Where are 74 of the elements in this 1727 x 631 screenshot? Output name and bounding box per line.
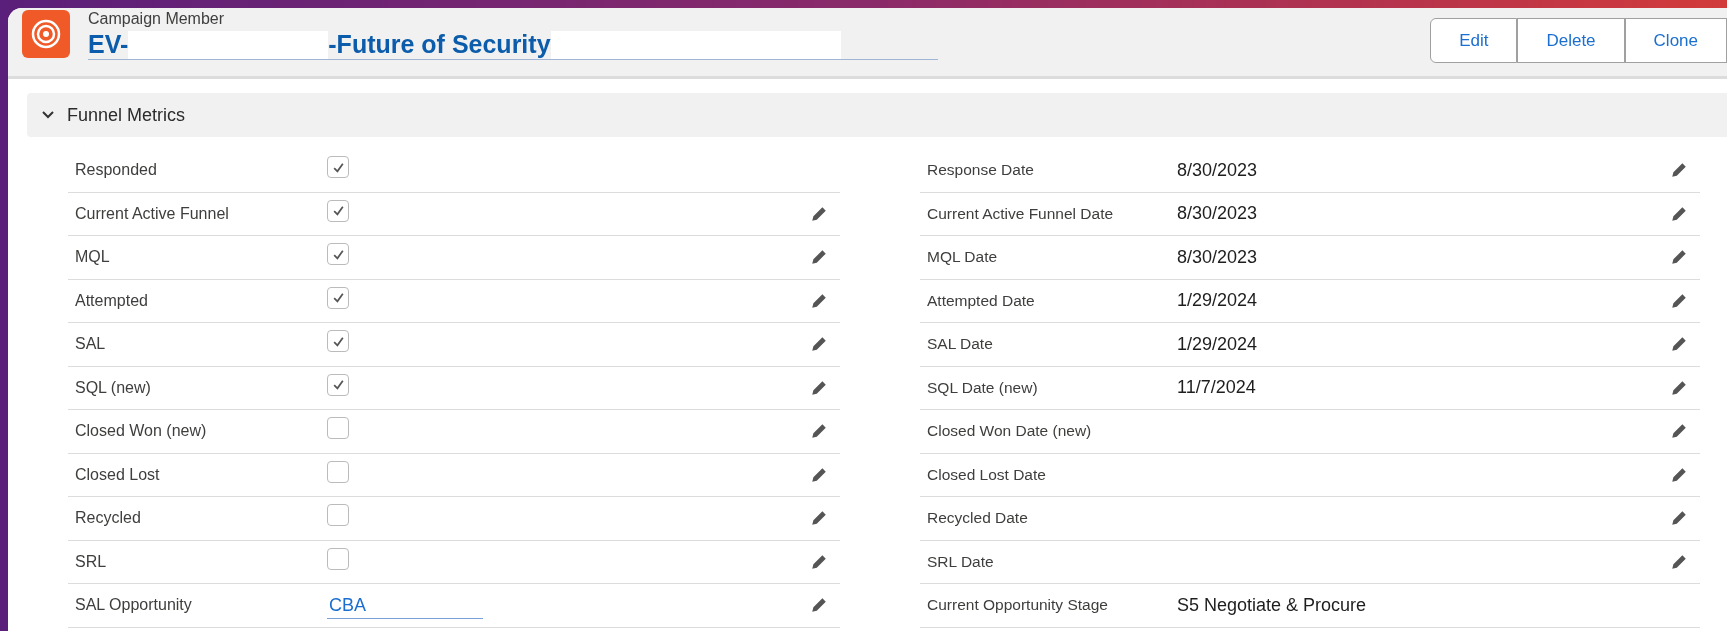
checkbox[interactable] (327, 286, 349, 309)
checkbox[interactable] (327, 504, 349, 527)
field-label: SAL Opportunity (75, 596, 193, 615)
pencil-icon[interactable] (810, 335, 828, 354)
action-button[interactable]: Delete (1517, 18, 1625, 63)
field-value: 11/7/2024 (1177, 377, 1256, 399)
field-label: Closed Lost (75, 465, 161, 484)
pencil-icon[interactable] (810, 204, 828, 223)
field-value: 8/30/2023 (1177, 246, 1258, 268)
field-label: SRL (75, 552, 108, 571)
pencil-icon[interactable] (810, 465, 828, 484)
checkmark-icon (331, 378, 345, 392)
pencil-icon[interactable] (1670, 204, 1688, 223)
field-label: Current Opportunity Stage (927, 596, 1109, 615)
field-label: MQL (75, 248, 111, 267)
field-label: Recycled Date (927, 509, 1029, 528)
field-label: MQL Date (927, 248, 999, 267)
pencil-icon[interactable] (1670, 335, 1688, 354)
field-value: S5 Negotiate & Procure (1177, 594, 1367, 616)
field-label: Closed Lost Date (927, 465, 1047, 484)
checkmark-icon (331, 160, 345, 174)
field-label: SAL Date (927, 335, 994, 354)
pencil-icon[interactable] (1670, 422, 1688, 441)
checkbox[interactable] (327, 417, 349, 440)
checkbox[interactable] (327, 156, 349, 179)
action-button[interactable]: Edit (1430, 18, 1518, 63)
field-value: 1/29/2024 (1177, 333, 1258, 355)
field-label: Attempted Date (927, 291, 1036, 310)
checkbox[interactable] (327, 373, 349, 396)
pencil-icon[interactable] (1670, 465, 1688, 484)
pencil-icon[interactable] (1670, 248, 1688, 267)
checkmark-icon (331, 291, 345, 305)
pencil-icon[interactable] (810, 596, 828, 615)
checkmark-icon (331, 334, 345, 348)
field-label: Current Active Funnel Date (927, 204, 1115, 223)
pencil-icon[interactable] (1670, 552, 1688, 571)
field-label: Response Date (927, 161, 1035, 180)
opportunity-link[interactable]: CBA (327, 595, 483, 620)
field-label: SQL (new) (75, 378, 152, 397)
field-label: Current Active Funnel (75, 204, 230, 223)
field-label: SAL (75, 335, 107, 354)
pencil-icon[interactable] (810, 248, 828, 267)
field-label: Closed Won Date (new) (927, 422, 1093, 441)
pencil-icon[interactable] (1670, 291, 1688, 310)
action-button[interactable]: Clone (1624, 18, 1727, 63)
pencil-icon[interactable] (810, 422, 828, 441)
field-label: Attempted (75, 291, 149, 310)
pencil-icon[interactable] (810, 378, 828, 397)
pencil-icon[interactable] (1670, 509, 1688, 528)
field-label: Closed Won (new) (75, 422, 208, 441)
checkmark-icon (331, 204, 345, 218)
field-value: 8/30/2023 (1177, 203, 1258, 225)
record-title: EV- (88, 30, 129, 59)
checkmark-icon (331, 247, 345, 261)
pencil-icon[interactable] (810, 291, 828, 310)
field-value: 8/30/2023 (1177, 159, 1258, 181)
object-type-label: Campaign Member (88, 10, 226, 28)
field-label: Recycled (75, 509, 142, 528)
pencil-icon[interactable] (810, 509, 828, 528)
field-label: SQL Date (new) (927, 378, 1039, 397)
checkbox[interactable] (327, 243, 349, 266)
field-label: Responded (75, 161, 158, 180)
pencil-icon[interactable] (810, 552, 828, 571)
checkbox[interactable] (327, 330, 349, 353)
section-header[interactable]: Funnel Metrics (27, 93, 1727, 137)
checkbox[interactable] (327, 460, 349, 483)
checkbox[interactable] (327, 547, 349, 570)
field-label: SRL Date (927, 552, 995, 571)
pencil-icon[interactable] (1670, 161, 1688, 180)
record-title: -Future of Security (328, 30, 551, 59)
field-value: 1/29/2024 (1177, 290, 1258, 312)
checkbox[interactable] (327, 199, 349, 222)
target-icon (22, 10, 70, 58)
pencil-icon[interactable] (1670, 378, 1688, 397)
